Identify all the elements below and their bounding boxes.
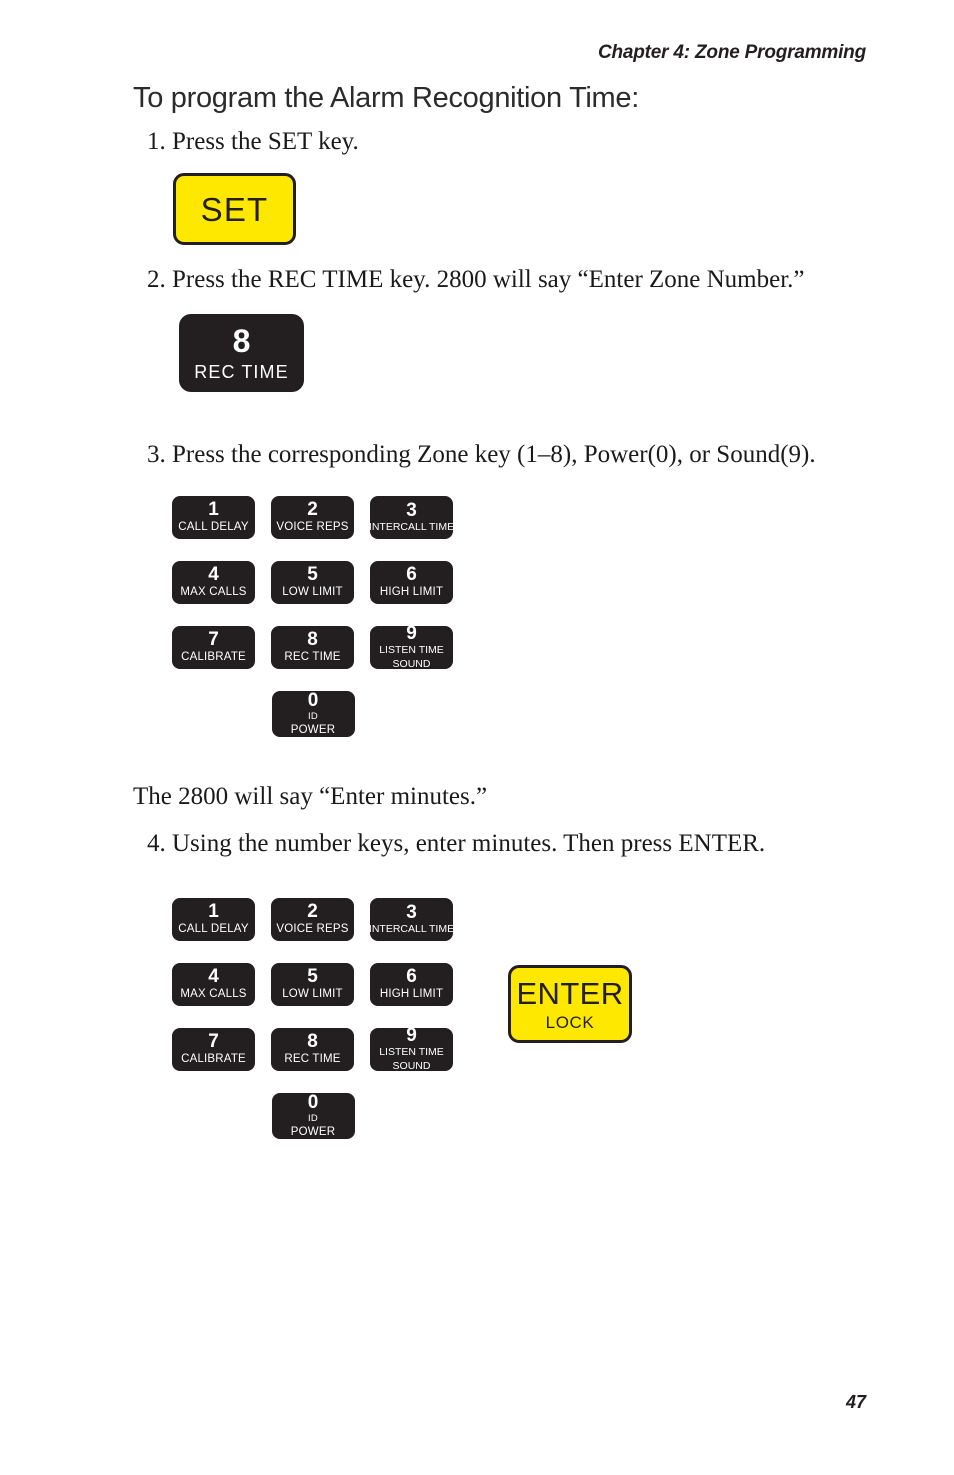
keypad-key-8: 8 REC TIME xyxy=(271,1028,354,1071)
keypad-key-9: 9 LISTEN TIME SOUND xyxy=(370,1025,453,1072)
keypad-key-7: 7 CALIBRATE xyxy=(172,1028,255,1071)
keypad-key-label: INTERCALL TIME xyxy=(368,520,455,533)
keypad-key-digit: 7 xyxy=(208,629,219,651)
keypad-key-6: 6 HIGH LIMIT xyxy=(370,561,453,604)
step-1-text: 1. Press the SET key. xyxy=(147,128,359,155)
keypad-key-label-2: POWER xyxy=(290,1125,336,1138)
keypad-key-label: HIGH LIMIT xyxy=(379,988,444,1001)
page-number: 47 xyxy=(845,1392,866,1412)
chapter-header: Chapter 4: Zone Programming xyxy=(597,42,866,63)
keypad-diagram-1: 1 CALL DELAY 2 VOICE REPS 3 INTERCALL TI… xyxy=(172,496,454,737)
rec-time-key-graphic: 8 REC TIME xyxy=(179,314,304,392)
keypad-key-digit: 0 xyxy=(307,689,319,711)
keypad-key-label: CALIBRATE xyxy=(181,1053,246,1066)
enter-minutes-text: The 2800 will say “Enter minutes.” xyxy=(133,783,488,810)
keypad-key-label: HIGH LIMIT xyxy=(379,586,444,599)
keypad-key-9: 9 LISTEN TIME SOUND xyxy=(370,623,453,670)
keypad-diagram-2: 1 CALL DELAY 2 VOICE REPS 3 INTERCALL TI… xyxy=(172,898,454,1139)
keypad-key-3: 3 INTERCALL TIME xyxy=(368,496,455,539)
keypad-row: 0 ID POWER xyxy=(172,691,454,737)
set-key-label: SET xyxy=(200,190,269,228)
keypad-row: 4 MAX CALLS 5 LOW LIMIT 6 HIGH LIMIT xyxy=(172,561,454,604)
keypad-key-digit: 1 xyxy=(208,499,219,521)
keypad-row: 0 ID POWER xyxy=(172,1093,454,1139)
keypad-row: 7 CALIBRATE 8 REC TIME 9 LISTEN TIME SOU… xyxy=(172,623,454,670)
keypad-key-label: REC TIME xyxy=(284,651,341,664)
keypad-key-0: 0 ID POWER xyxy=(271,689,355,737)
keypad-key-digit: 2 xyxy=(307,901,318,923)
keypad-row: 1 CALL DELAY 2 VOICE REPS 3 INTERCALL TI… xyxy=(172,496,454,539)
keypad-key-label: LISTEN TIME xyxy=(379,1046,444,1059)
keypad-key-digit: 0 xyxy=(307,1091,319,1113)
keypad-key-4: 4 MAX CALLS xyxy=(172,561,255,604)
keypad-key-digit: 8 xyxy=(307,629,318,651)
keypad-key-label: ID xyxy=(308,710,318,722)
keypad-key-label: LOW LIMIT xyxy=(282,586,343,599)
keypad-key-digit: 9 xyxy=(406,623,417,645)
keypad-row: 1 CALL DELAY 2 VOICE REPS 3 INTERCALL TI… xyxy=(172,898,454,941)
keypad-key-label: CALL DELAY xyxy=(178,521,249,534)
keypad-key-5: 5 LOW LIMIT xyxy=(271,963,354,1006)
keypad-key-digit: 6 xyxy=(406,564,417,586)
keypad-key-digit: 7 xyxy=(208,1031,219,1053)
keypad-key-label: CALL DELAY xyxy=(178,923,249,936)
manual-page: Chapter 4: Zone Programming To program t… xyxy=(0,0,954,1475)
keypad-key-digit: 9 xyxy=(406,1025,417,1047)
keypad-key-label: LISTEN TIME xyxy=(379,644,444,657)
keypad-key-8: 8 REC TIME xyxy=(271,626,354,669)
step-3-text: 3. Press the corresponding Zone key (1–8… xyxy=(147,441,816,468)
keypad-key-label: REC TIME xyxy=(284,1053,341,1066)
keypad-key-digit: 6 xyxy=(406,966,417,988)
keypad-key-5: 5 LOW LIMIT xyxy=(271,561,354,604)
keypad-key-label: ID xyxy=(308,1112,318,1124)
rec-time-key-digit: 8 xyxy=(232,323,251,359)
keypad-key-digit: 3 xyxy=(406,499,417,521)
keypad-key-digit: 4 xyxy=(208,564,219,586)
keypad-key-digit: 5 xyxy=(307,966,318,988)
keypad-key-digit: 4 xyxy=(208,966,219,988)
keypad-key-label: CALIBRATE xyxy=(181,651,246,664)
keypad-row: 4 MAX CALLS 5 LOW LIMIT 6 HIGH LIMIT xyxy=(172,963,454,1006)
page-title: To program the Alarm Recognition Time: xyxy=(133,82,639,114)
keypad-key-label-2: POWER xyxy=(290,723,336,736)
keypad-key-4: 4 MAX CALLS xyxy=(172,963,255,1006)
keypad-key-label-2: SOUND xyxy=(392,657,431,670)
keypad-key-6: 6 HIGH LIMIT xyxy=(370,963,453,1006)
rec-time-key-label: REC TIME xyxy=(194,362,289,382)
keypad-key-0: 0 ID POWER xyxy=(271,1091,355,1139)
keypad-key-1: 1 CALL DELAY xyxy=(172,898,255,941)
set-key-graphic: SET xyxy=(173,173,296,245)
keypad-key-2: 2 VOICE REPS xyxy=(271,496,354,539)
keypad-key-label: MAX CALLS xyxy=(180,586,247,599)
keypad-key-2: 2 VOICE REPS xyxy=(271,898,354,941)
enter-key-label: ENTER xyxy=(516,975,624,1011)
keypad-key-digit: 1 xyxy=(208,901,219,923)
enter-key-sublabel: LOCK xyxy=(545,1012,595,1032)
keypad-key-label: VOICE REPS xyxy=(276,923,349,936)
keypad-key-digit: 8 xyxy=(307,1031,318,1053)
step-4-text: 4. Using the number keys, enter minutes.… xyxy=(147,830,766,857)
keypad-key-digit: 5 xyxy=(307,564,318,586)
keypad-row: 7 CALIBRATE 8 REC TIME 9 LISTEN TIME SOU… xyxy=(172,1025,454,1072)
keypad-key-3: 3 INTERCALL TIME xyxy=(368,898,455,941)
keypad-key-label: INTERCALL TIME xyxy=(368,922,455,935)
keypad-key-digit: 2 xyxy=(307,499,318,521)
keypad-key-label: VOICE REPS xyxy=(276,521,349,534)
keypad-key-7: 7 CALIBRATE xyxy=(172,626,255,669)
keypad-key-label: MAX CALLS xyxy=(180,988,247,1001)
keypad-key-label-2: SOUND xyxy=(392,1059,431,1072)
step-2-text: 2. Press the REC TIME key. 2800 will say… xyxy=(147,266,805,293)
keypad-key-1: 1 CALL DELAY xyxy=(172,496,255,539)
keypad-key-digit: 3 xyxy=(406,901,417,923)
enter-key-graphic: ENTER LOCK xyxy=(508,965,632,1043)
keypad-key-label: LOW LIMIT xyxy=(282,988,343,1001)
